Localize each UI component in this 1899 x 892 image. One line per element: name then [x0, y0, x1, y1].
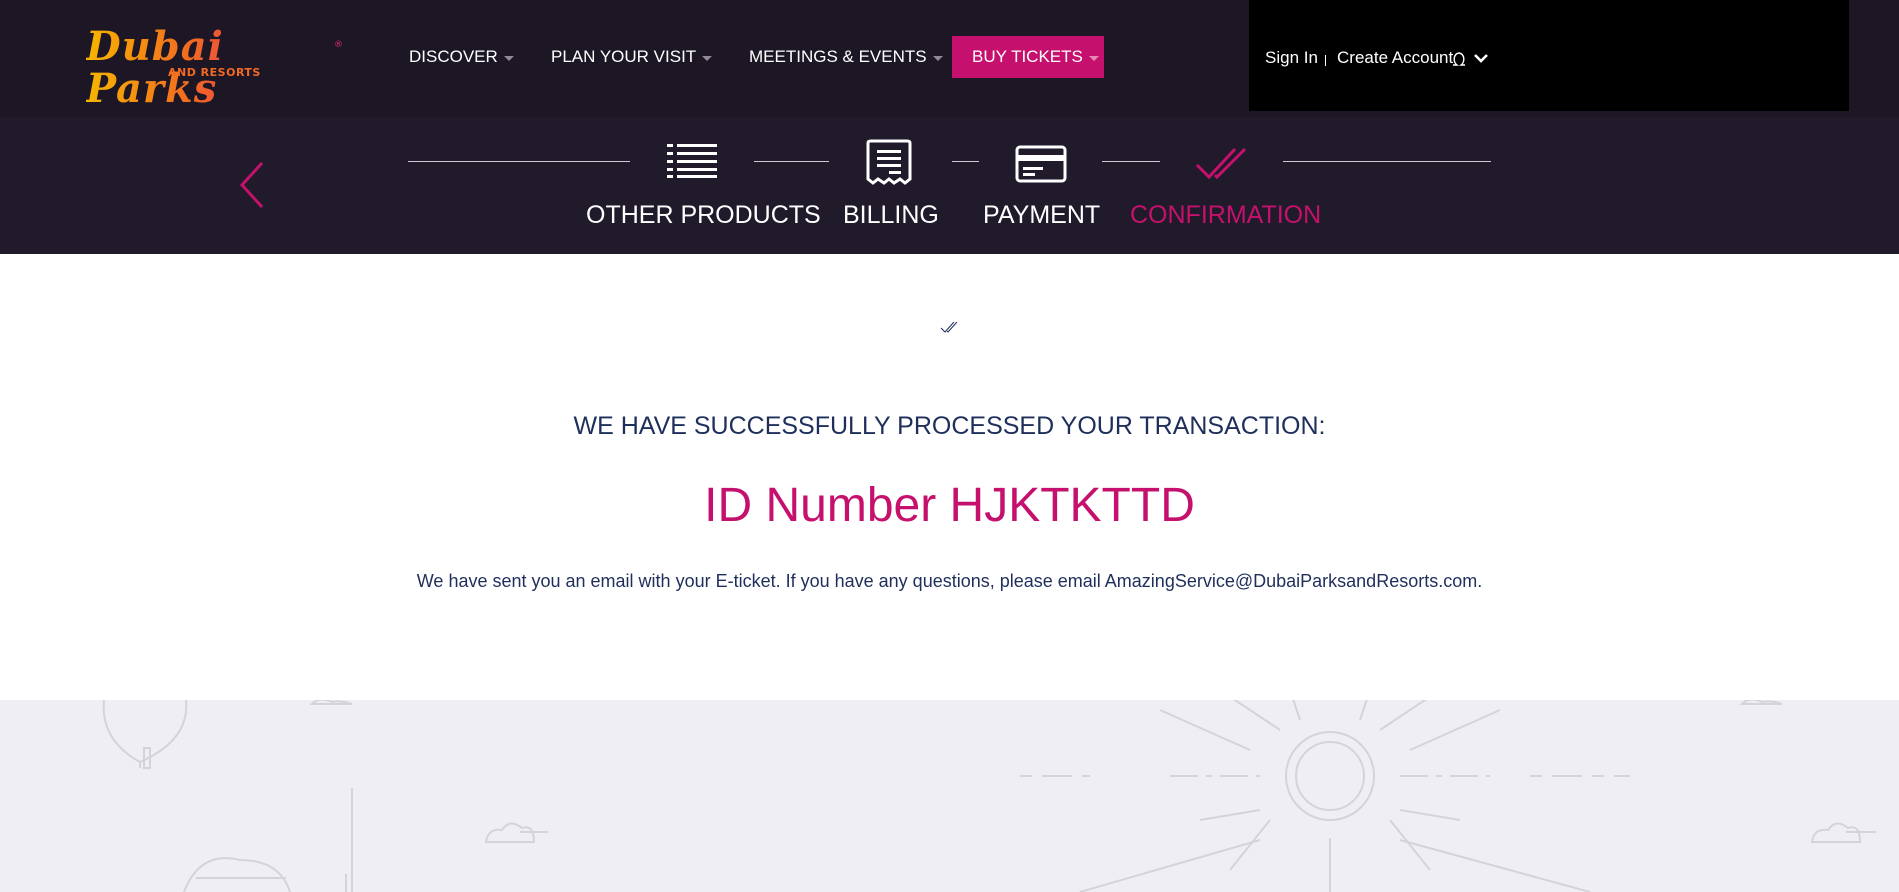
chevron-down-icon	[932, 55, 943, 61]
step-connector	[952, 161, 979, 162]
list-icon	[667, 144, 717, 178]
step-payment[interactable]: PAYMENT	[983, 201, 1100, 230]
nav-meetings-label: MEETINGS & EVENTS	[749, 47, 927, 66]
receipt-icon	[866, 139, 912, 185]
email-notice: We have sent you an email with your E-ti…	[416, 571, 1483, 591]
nav-meetings-events[interactable]: MEETINGS & EVENTS	[749, 36, 943, 78]
confirmation-panel: WE HAVE SUCCESSFULLY PROCESSED YOUR TRAN…	[0, 254, 1899, 700]
checkout-steps: OTHER PRODUCTS BILLING PAYMENT CONFIRMAT…	[0, 117, 1899, 254]
buy-tickets-button[interactable]: BUY TICKETS	[952, 36, 1104, 78]
buy-tickets-label: BUY TICKETS	[972, 47, 1083, 66]
success-heading: WE HAVE SUCCESSFULLY PROCESSED YOUR TRAN…	[573, 412, 1326, 440]
double-check-icon	[940, 321, 958, 333]
step-connector	[754, 161, 829, 162]
step-connector	[1283, 161, 1491, 162]
step-confirmation: CONFIRMATION	[1130, 201, 1322, 229]
step-other-products[interactable]: OTHER PRODUCTS	[586, 201, 821, 230]
transaction-id: ID Number HJKTKTTD	[704, 479, 1195, 532]
user-icon[interactable]	[1451, 50, 1491, 68]
cloud-icon	[1739, 700, 1783, 705]
nav-plan-your-visit[interactable]: PLAN YOUR VISIT	[551, 36, 713, 78]
sign-in-link[interactable]: Sign In	[1265, 48, 1318, 68]
logo-subtitle: AND RESORTS	[168, 66, 261, 79]
create-account-link[interactable]: Create Account	[1337, 48, 1453, 68]
chevron-down-icon	[702, 55, 713, 61]
chevron-down-icon	[503, 55, 514, 61]
nav-discover[interactable]: DISCOVER	[409, 36, 514, 78]
site-header: Dubai Parks AND RESORTS ® DISCOVER PLAN …	[0, 0, 1899, 117]
nav-plan-label: PLAN YOUR VISIT	[551, 47, 697, 66]
step-connector	[408, 161, 630, 162]
balloon-icon	[183, 857, 291, 892]
dubai-parks-logo[interactable]: Dubai Parks AND RESORTS ®	[86, 26, 346, 110]
credit-card-icon	[1015, 145, 1067, 183]
step-billing[interactable]: BILLING	[843, 201, 939, 230]
sun-icon	[1020, 700, 1630, 892]
nav-discover-label: DISCOVER	[409, 47, 498, 66]
cloud-icon	[309, 700, 353, 705]
step-connector	[1102, 161, 1160, 162]
decorative-illustration	[102, 700, 1876, 892]
account-divider	[1325, 55, 1326, 66]
chevron-down-icon	[1088, 55, 1099, 61]
logo-trademark: ®	[334, 40, 343, 50]
back-arrow-icon[interactable]	[238, 161, 268, 209]
double-check-icon	[1195, 147, 1247, 180]
